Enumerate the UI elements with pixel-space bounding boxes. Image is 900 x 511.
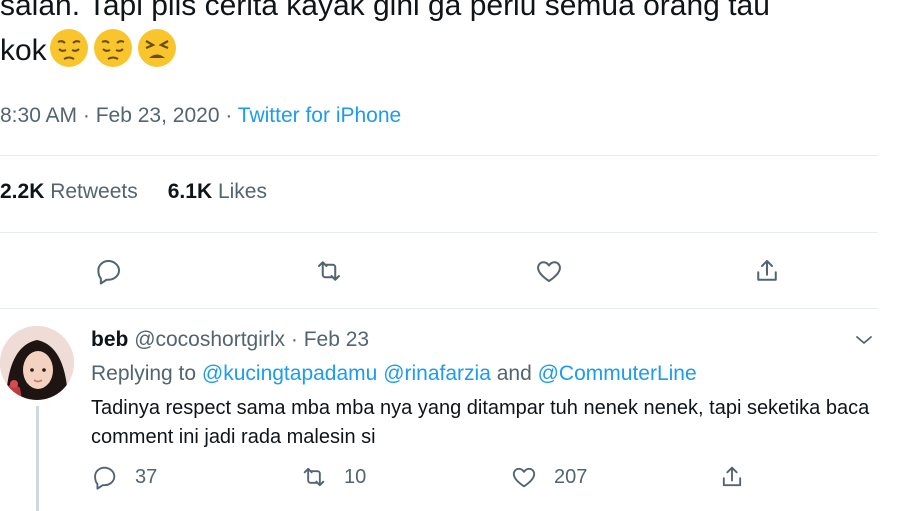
tweet-text-line2: kok <box>0 28 900 73</box>
chevron-down-icon[interactable] <box>852 328 876 352</box>
retweets-label: Retweets <box>50 180 138 203</box>
divider <box>0 232 878 233</box>
share-button[interactable] <box>718 463 762 491</box>
like-icon <box>512 467 536 488</box>
share-icon <box>757 260 777 281</box>
avatar-image <box>0 326 74 400</box>
header-separator: · <box>285 328 304 351</box>
retweets-count: 2.2K <box>0 180 45 203</box>
tweet-time[interactable]: 8:30 AM <box>0 104 77 127</box>
likes-stat[interactable]: 6.1K Likes <box>168 180 267 203</box>
replying-to: Replying to @kucingtapadamu @rinafarzia … <box>91 362 697 386</box>
divider <box>0 155 878 156</box>
retweet-count: 10 <box>344 465 367 488</box>
meta-separator: · <box>219 104 238 127</box>
replying-to-label: Replying to <box>91 362 197 385</box>
tweet-stats: 2.2K Retweets 6.1K Likes <box>0 180 267 204</box>
reply-author-name[interactable]: beb <box>91 328 128 351</box>
reply-action-bar: 37 10 207 <box>0 463 900 495</box>
like-button[interactable] <box>532 254 566 288</box>
likes-label: Likes <box>217 180 267 203</box>
retweet-icon <box>318 261 340 281</box>
reply-count: 37 <box>135 465 158 488</box>
pensive-face-icon <box>93 29 132 67</box>
reply-button[interactable] <box>92 254 126 288</box>
retweets-stat[interactable]: 2.2K Retweets <box>0 180 138 203</box>
mention-link[interactable]: @kucingtapadamu <box>202 362 377 385</box>
tweet-meta: 8:30 AM · Feb 23, 2020 · Twitter for iPh… <box>0 104 401 128</box>
tweet-source-link[interactable]: Twitter for iPhone <box>238 104 401 127</box>
mention-link[interactable]: @CommuterLine <box>538 362 697 385</box>
tweet-text: salah. Tapi plis cerita kayak gini ga pe… <box>0 0 900 73</box>
avatar[interactable] <box>0 326 74 400</box>
like-icon <box>537 261 561 282</box>
tweet-text-line1: salah. Tapi plis cerita kayak gini ga pe… <box>0 0 770 22</box>
retweet-button[interactable] <box>312 254 346 288</box>
thread-line <box>36 406 39 511</box>
reply-icon <box>97 260 120 285</box>
like-count: 207 <box>554 465 588 488</box>
replying-to-and: and <box>496 362 532 385</box>
reply-icon <box>94 466 116 490</box>
pensive-face-icon <box>49 29 88 67</box>
likes-count: 6.1K <box>167 180 213 203</box>
persevering-face-icon <box>137 29 176 67</box>
reply-date[interactable]: Feb 23 <box>304 328 369 351</box>
mention-link[interactable]: @rinafarzia <box>383 362 491 385</box>
retweet-icon <box>303 467 325 487</box>
reply-text: Tadinya respect sama mba mba nya yang di… <box>91 397 870 448</box>
meta-separator: · <box>77 104 96 127</box>
reply-tweet[interactable]: beb @cocoshortgirlx · Feb 23 Replying to… <box>0 308 900 511</box>
reply-button[interactable]: 37 <box>91 463 157 491</box>
reply-author-handle[interactable]: @cocoshortgirlx <box>134 328 285 351</box>
reply-header: beb @cocoshortgirlx · Feb 23 <box>91 328 369 352</box>
tweet-text-word: kok <box>0 34 47 67</box>
tweet-date[interactable]: Feb 23, 2020 <box>96 104 220 127</box>
retweet-button[interactable]: 10 <box>300 463 366 491</box>
like-button[interactable]: 207 <box>510 463 587 491</box>
share-icon <box>722 466 742 487</box>
share-button[interactable] <box>750 254 784 288</box>
tweet-action-bar <box>0 254 900 288</box>
